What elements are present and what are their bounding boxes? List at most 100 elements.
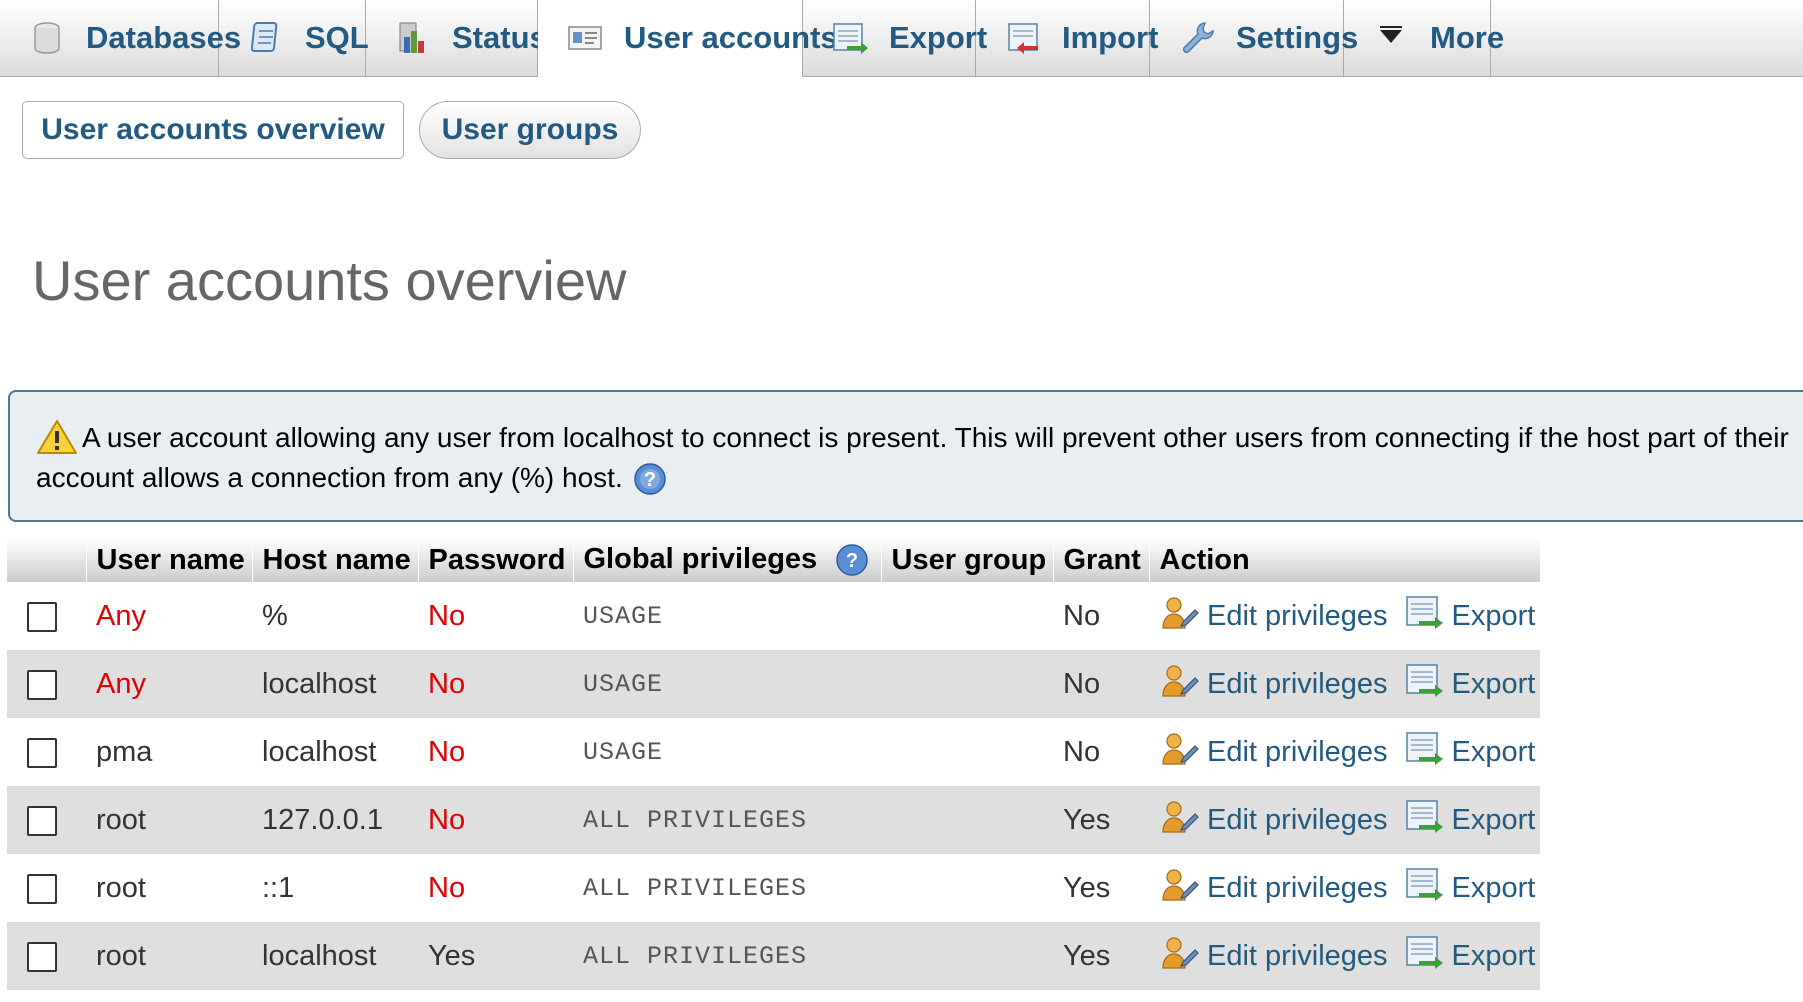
global-privileges-cell: ALL PRIVILEGES [583,873,808,903]
tab-status[interactable]: Status [366,0,547,76]
host-name-cell: 127.0.0.1 [252,786,418,854]
subtab-user-groups[interactable]: User groups [419,101,641,159]
row-select-cell [7,582,86,650]
grant-cell: No [1063,599,1101,632]
user-group-cell [881,786,1053,854]
export-label: Export [1451,871,1536,904]
row-checkbox[interactable] [27,941,57,972]
user-name-cell: Any [86,650,252,718]
row-checkbox[interactable] [27,737,57,768]
user-group-cell [881,854,1053,922]
import-icon [1004,19,1042,57]
page-title: User accounts overview [32,249,627,312]
tab-label: Settings [1236,20,1359,55]
host-name-cell: % [262,599,288,632]
subtab-label: User accounts overview [41,113,385,146]
action-cell: Edit privileges Export [1149,650,1540,718]
tab-label: Status [452,20,547,55]
export-icon [1404,728,1452,776]
tab-user-accounts[interactable]: User accounts [538,0,838,77]
tab-export[interactable]: Export [803,0,987,76]
tab-sql[interactable]: SQL [219,0,369,76]
export-link[interactable]: Export [1404,660,1536,708]
export-link[interactable]: Export [1404,932,1535,980]
export-link[interactable]: Export [1404,592,1535,640]
user-name-cell: root [86,922,252,990]
column-header-global-privileges[interactable]: Global privileges ? [573,538,882,582]
edit-privileges-link[interactable]: Edit privileges [1159,592,1388,640]
row-select-cell [7,718,86,786]
tab-more[interactable]: More [1344,0,1504,76]
host-name-cell: localhost [252,650,418,718]
edit-privileges-link[interactable]: Edit privileges [1159,660,1388,708]
global-privileges-cell: ALL PRIVILEGES [573,922,881,990]
export-label: Export [1451,803,1536,836]
table-row: Any% No USAGE No Edit privileges Export [7,582,1540,650]
edit-privileges-label: Edit privileges [1207,599,1388,632]
column-header-host-name[interactable]: Host name [252,538,419,582]
row-checkbox[interactable] [27,669,57,700]
edit-privileges-label: Edit privileges [1207,939,1388,972]
row-checkbox[interactable] [27,873,57,904]
action-cell: Edit privileges Export [1149,582,1540,650]
grant-cell: No [1053,650,1149,718]
grant-cell: Yes [1053,922,1149,990]
status-icon [394,19,432,57]
password-cell: No [428,735,466,768]
row-checkbox[interactable] [27,805,57,836]
global-privileges-cell: USAGE [583,737,664,767]
row-select-cell [7,854,86,922]
action-cell: Edit privileges Export [1149,854,1540,922]
host-name-cell: localhost [262,735,377,768]
export-icon [1404,796,1452,844]
tab-label: Databases [86,20,242,55]
export-link[interactable]: Export [1404,796,1536,844]
edit-privileges-link[interactable]: Edit privileges [1159,728,1388,776]
column-header-user-name[interactable]: User name [86,538,253,582]
help-icon[interactable]: ? [835,543,869,577]
user-accounts-icon [566,19,604,57]
row-checkbox[interactable] [27,601,57,632]
warning-icon [36,419,78,455]
user-group-cell [881,718,1053,786]
column-header-label: Global privileges [583,543,818,575]
column-header-user-group[interactable]: User group [881,538,1054,582]
subtab-label: User groups [441,113,619,146]
tab-settings[interactable]: Settings [1150,0,1358,76]
export-label: Export [1451,735,1536,768]
grant-cell: Yes [1053,786,1149,854]
grant-cell: No [1063,735,1101,768]
edit-privileges-link[interactable]: Edit privileges [1159,796,1388,844]
export-link[interactable]: Export [1404,864,1536,912]
table-header-row: User name Host name Password Global priv… [7,538,1541,582]
edit-privileges-icon [1159,864,1207,912]
database-icon [28,19,66,57]
edit-privileges-icon [1159,728,1207,776]
settings-icon [1178,19,1216,57]
password-cell: No [428,599,466,632]
password-cell: No [418,786,573,854]
export-label: Export [1451,667,1536,700]
svg-text:?: ? [846,550,858,572]
tab-import[interactable]: Import [976,0,1158,76]
row-select-cell [7,650,86,718]
edit-privileges-link[interactable]: Edit privileges [1159,864,1388,912]
edit-privileges-label: Edit privileges [1207,667,1388,700]
export-link[interactable]: Export [1404,728,1536,776]
tab-label: Export [889,20,988,55]
column-header-action: Action [1149,538,1541,582]
column-header-password[interactable]: Password [418,538,574,582]
help-icon[interactable]: ? [633,462,667,496]
action-cell: Edit privileges Export [1149,922,1540,990]
column-header-grant[interactable]: Grant [1053,538,1150,582]
user-group-cell [881,582,1053,650]
edit-privileges-link[interactable]: Edit privileges [1159,932,1388,980]
subtab-user-accounts-overview[interactable]: User accounts overview [22,101,404,159]
action-cell: Edit privileges Export [1149,718,1540,786]
tab-databases[interactable]: Databases [0,0,241,76]
edit-privileges-label: Edit privileges [1207,803,1388,836]
user-name-cell: root [86,786,252,854]
user-group-cell [881,650,1053,718]
notice-text: A user account allowing any user from lo… [36,422,1789,493]
svg-text:?: ? [644,469,656,491]
